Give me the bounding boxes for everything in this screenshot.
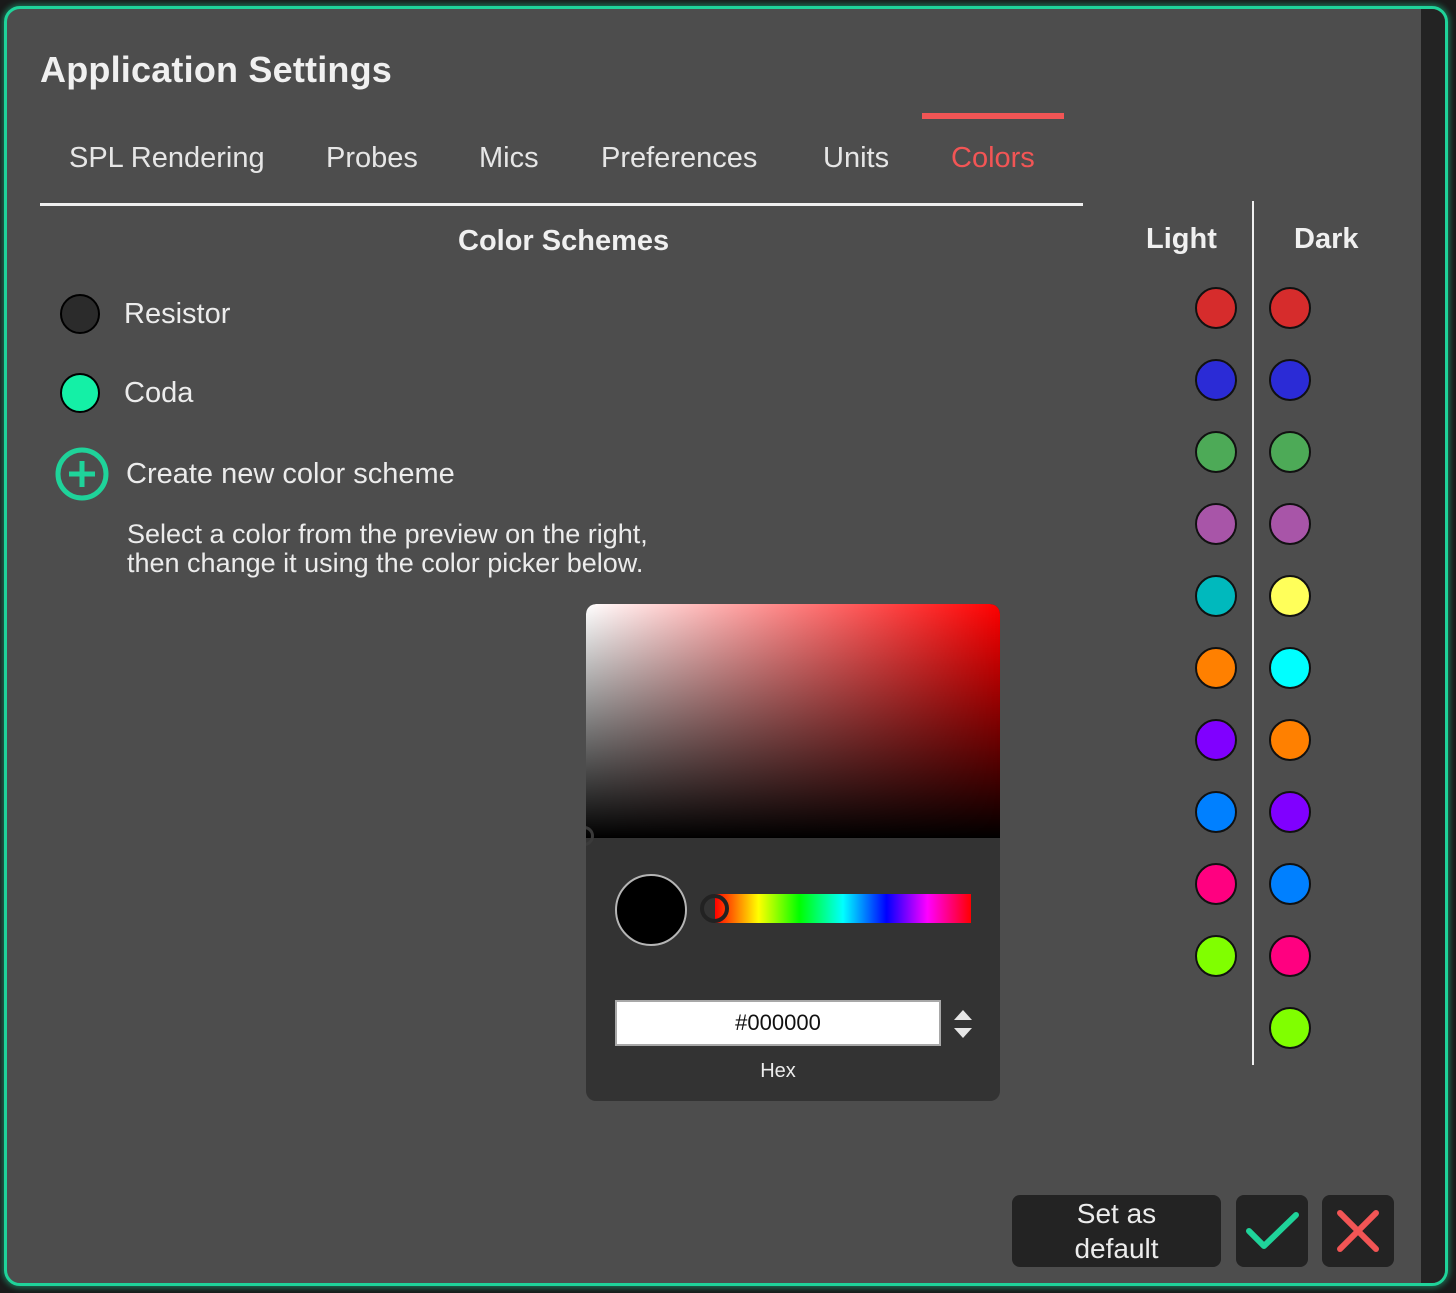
hue-slider-handle[interactable] [700,894,729,923]
tab-colors[interactable]: Colors [922,113,1064,203]
scheme-label: Resistor [124,297,231,330]
tab-preferences[interactable]: Preferences [601,113,757,203]
confirm-button[interactable] [1236,1195,1308,1267]
light-color-swatch[interactable] [1195,863,1237,905]
light-column-header: Light [1146,223,1217,255]
dark-color-swatch[interactable] [1269,863,1311,905]
hex-input[interactable] [615,1000,941,1046]
scheme-swatch [60,294,100,334]
dark-color-swatch[interactable] [1269,935,1311,977]
color-picker: Hex [586,604,1000,1101]
set-as-default-button[interactable]: Set as default [1012,1195,1221,1267]
scheme-resistor[interactable]: Resistor [60,294,230,334]
dark-column-header: Dark [1294,223,1359,255]
column-divider [1252,201,1254,1065]
tab-units[interactable]: Units [823,113,889,203]
dialog-title: Application Settings [40,49,393,90]
light-color-swatch[interactable] [1195,359,1237,401]
dark-color-swatch[interactable] [1269,647,1311,689]
light-color-swatch[interactable] [1195,719,1237,761]
dark-color-swatch[interactable] [1269,719,1311,761]
dark-color-swatch[interactable] [1269,359,1311,401]
cancel-button[interactable] [1322,1195,1394,1267]
light-color-swatch[interactable] [1195,935,1237,977]
hex-label: Hex [760,1060,796,1082]
button-label-line: default [1074,1233,1159,1264]
dark-color-swatch[interactable] [1269,431,1311,473]
button-label-line: Set as [1076,1198,1157,1229]
hue-slider[interactable] [715,894,971,923]
light-color-swatch[interactable] [1195,287,1237,329]
saturation-value-area[interactable] [586,604,1000,838]
instruction-line: Select a color from the preview on the r… [127,519,648,549]
plus-circle-icon [55,447,109,501]
tab-spl-rendering[interactable]: SPL Rendering [69,113,265,203]
light-color-swatch[interactable] [1195,503,1237,545]
close-icon [1337,1210,1379,1252]
light-color-swatch[interactable] [1195,791,1237,833]
settings-dialog: Application Settings SPL Rendering Probe… [4,6,1448,1286]
section-title: Color Schemes [458,225,670,257]
dark-color-swatch[interactable] [1269,1007,1311,1049]
checkmark-icon [1246,1212,1299,1249]
dark-color-swatch[interactable] [1269,287,1311,329]
dark-color-swatch[interactable] [1269,575,1311,617]
create-scheme-label: Create new color scheme [126,457,455,490]
scheme-swatch [60,373,100,413]
scheme-coda[interactable]: Coda [60,373,193,413]
light-color-swatch[interactable] [1195,431,1237,473]
instruction-text: Select a color from the preview on the r… [127,520,767,578]
tab-probes[interactable]: Probes [326,113,418,203]
scheme-label: Coda [124,376,194,409]
tab-mics[interactable]: Mics [479,113,539,203]
current-color-preview [615,874,687,946]
format-toggle-arrows-icon[interactable] [953,1006,973,1042]
light-color-swatch[interactable] [1195,647,1237,689]
tab-bar: SPL Rendering Probes Mics Preferences Un… [40,113,1083,206]
scrollbar[interactable] [1421,9,1445,1283]
dark-color-swatch[interactable] [1269,791,1311,833]
instruction-line: then change it using the color picker be… [127,548,644,578]
light-color-swatch[interactable] [1195,575,1237,617]
create-scheme-button[interactable]: Create new color scheme [55,447,455,501]
dark-color-swatch[interactable] [1269,503,1311,545]
